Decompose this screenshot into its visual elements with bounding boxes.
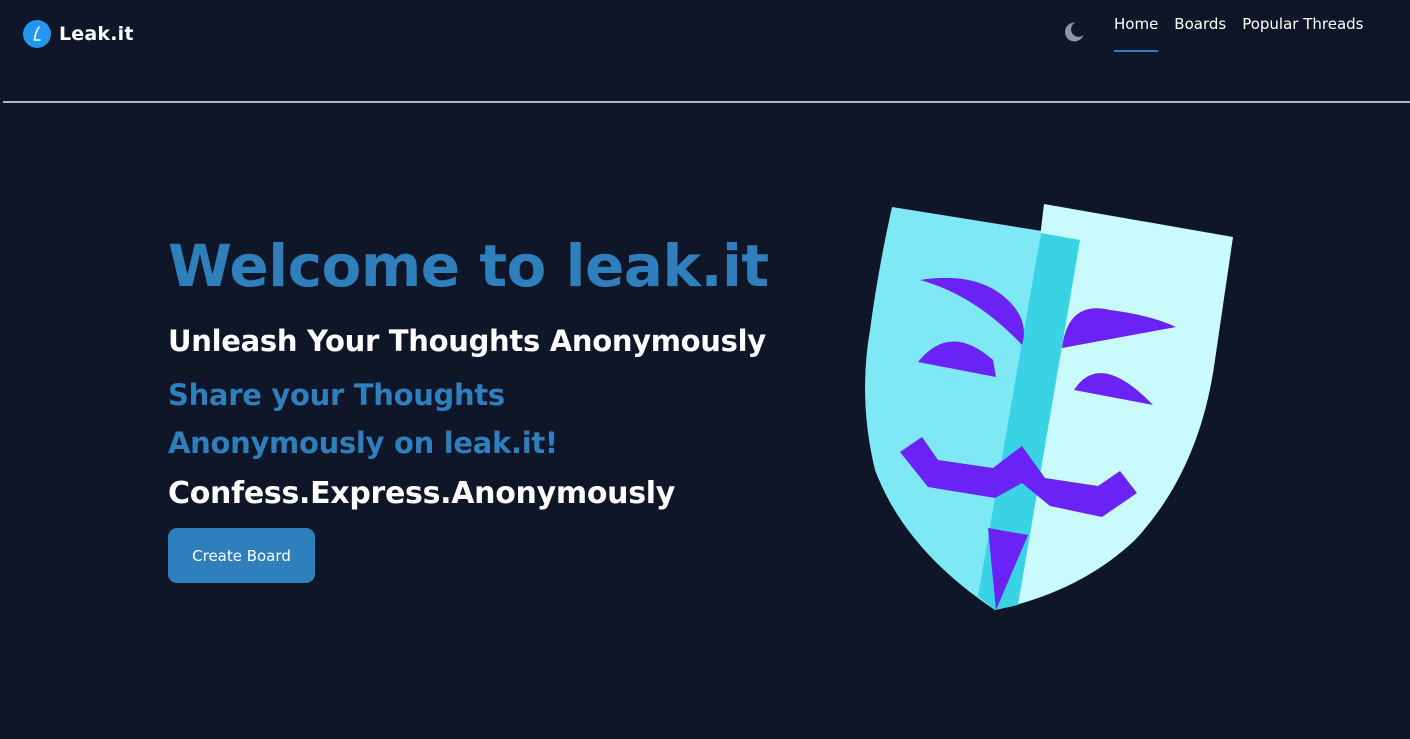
hero-tagline: Share your Thoughts Anonymously on leak.… bbox=[168, 378, 558, 460]
nav-popular-threads[interactable]: Popular Threads bbox=[1242, 15, 1363, 52]
hero-slogan: Confess.Express.Anonymously bbox=[168, 476, 675, 511]
hero-subtitle: Unleash Your Thoughts Anonymously bbox=[168, 324, 766, 358]
brand-logo-icon bbox=[23, 20, 51, 48]
create-board-button[interactable]: Create Board bbox=[168, 528, 315, 583]
nav-home[interactable]: Home bbox=[1114, 15, 1159, 52]
brand-home-link[interactable]: Leak.it bbox=[23, 20, 134, 48]
hero-title: Welcome to leak.it bbox=[168, 232, 769, 300]
main-nav: Home Boards Popular Threads bbox=[1114, 15, 1363, 52]
anonymous-mask-icon bbox=[865, 204, 1233, 610]
header-divider bbox=[3, 101, 1410, 103]
brand-logo-glyph bbox=[33, 26, 41, 41]
landing-page: Leak.it Home Boards Popular Threads Welc… bbox=[0, 0, 1410, 739]
nav-boards[interactable]: Boards bbox=[1174, 15, 1226, 52]
brand-name: Leak.it bbox=[59, 23, 134, 45]
moon-icon[interactable] bbox=[1062, 20, 1086, 44]
